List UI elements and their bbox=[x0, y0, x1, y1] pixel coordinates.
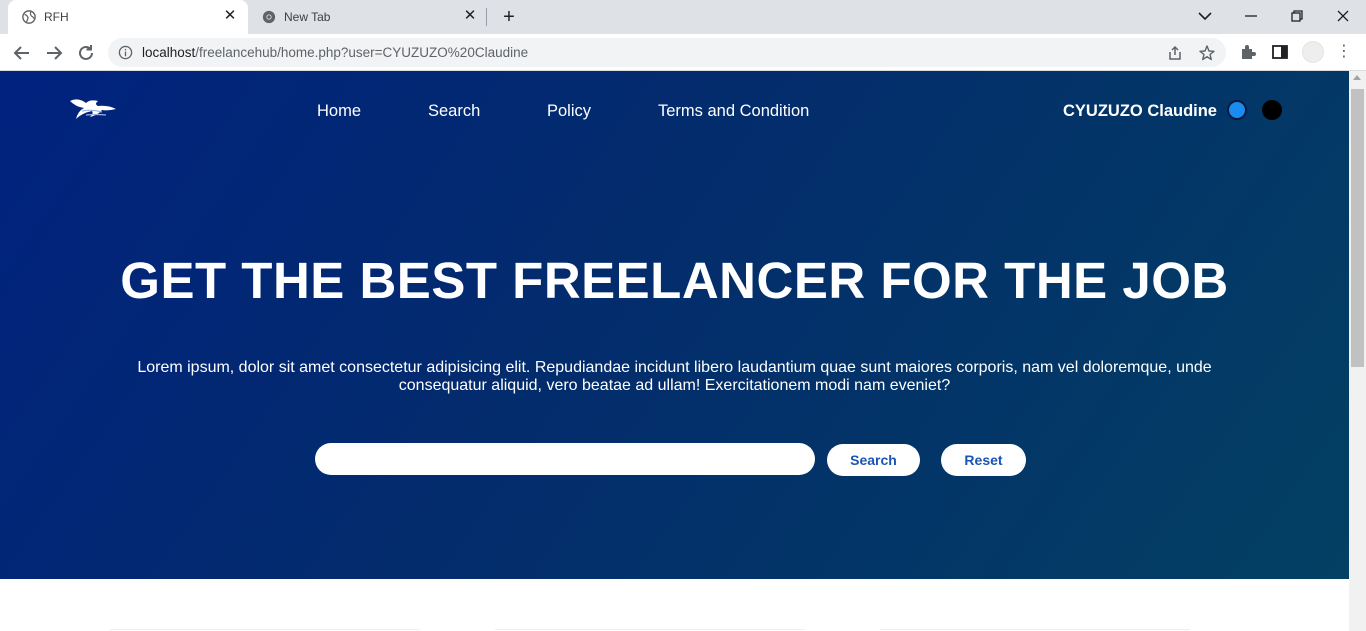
extensions-puzzle-icon[interactable] bbox=[1238, 42, 1258, 62]
scroll-up-arrow-icon[interactable] bbox=[1353, 75, 1361, 80]
nav-terms-and-condition[interactable]: Terms and Condition bbox=[658, 102, 809, 121]
browser-toolbar: localhost/freelancehub/home.php?user=CYU… bbox=[0, 34, 1366, 71]
profile-avatar[interactable] bbox=[1302, 41, 1324, 63]
card-top-edge bbox=[495, 629, 805, 630]
close-tab-icon[interactable]: ✕ bbox=[462, 8, 478, 24]
page-scrollbar[interactable] bbox=[1349, 71, 1366, 631]
browser-tab-strip: RFH ✕ New Tab ✕ + bbox=[0, 0, 1366, 34]
reload-icon[interactable] bbox=[74, 41, 98, 65]
scrollbar-thumb[interactable] bbox=[1351, 89, 1364, 367]
user-name[interactable]: CYUZUZO Claudine bbox=[1063, 102, 1217, 121]
new-tab-icon[interactable]: + bbox=[498, 6, 520, 28]
hero-section: Home Search Policy Terms and Condition C… bbox=[0, 71, 1349, 579]
chrome-icon bbox=[262, 10, 276, 24]
globe-icon bbox=[22, 10, 36, 24]
site-logo-bird-icon[interactable] bbox=[68, 95, 118, 123]
close-tab-icon[interactable]: ✕ bbox=[222, 8, 238, 24]
url-text: localhost/freelancehub/home.php?user=CYU… bbox=[142, 45, 529, 60]
close-window-icon[interactable] bbox=[1331, 4, 1355, 28]
tab-separator bbox=[486, 8, 487, 26]
search-button[interactable]: Search bbox=[827, 444, 920, 476]
tab-search-chevron-icon[interactable] bbox=[1193, 4, 1217, 28]
nav-home[interactable]: Home bbox=[317, 102, 361, 121]
theme-toggle-dark[interactable] bbox=[1262, 100, 1282, 120]
tab-title: New Tab bbox=[284, 10, 331, 24]
forward-arrow-icon[interactable] bbox=[42, 41, 66, 65]
card-top-edge bbox=[880, 629, 1190, 630]
search-input[interactable] bbox=[315, 443, 815, 475]
theme-toggle-blue[interactable] bbox=[1227, 100, 1247, 120]
hero-headline: GET THE BEST FREELANCER FOR THE JOB bbox=[120, 252, 1229, 309]
page-viewport: Home Search Policy Terms and Condition C… bbox=[0, 71, 1349, 631]
nav-search[interactable]: Search bbox=[428, 102, 480, 121]
minimize-icon[interactable] bbox=[1239, 4, 1263, 28]
restore-icon[interactable] bbox=[1285, 4, 1309, 28]
side-panel-icon[interactable] bbox=[1270, 42, 1290, 62]
share-icon[interactable] bbox=[1166, 44, 1184, 62]
browser-menu-icon[interactable]: ⋮ bbox=[1336, 42, 1352, 62]
card-top-edge bbox=[110, 629, 420, 630]
back-arrow-icon[interactable] bbox=[10, 41, 34, 65]
site-info-icon[interactable] bbox=[118, 45, 133, 60]
address-bar[interactable]: localhost/freelancehub/home.php?user=CYU… bbox=[108, 38, 1226, 67]
tab-title: RFH bbox=[44, 10, 69, 24]
hero-description: Lorem ipsum, dolor sit amet consectetur … bbox=[137, 359, 1212, 394]
bookmark-star-icon[interactable] bbox=[1198, 44, 1216, 62]
tab-rfh[interactable]: RFH ✕ bbox=[8, 0, 248, 34]
tab-new-tab[interactable]: New Tab ✕ bbox=[248, 0, 488, 34]
reset-button[interactable]: Reset bbox=[941, 444, 1026, 476]
nav-policy[interactable]: Policy bbox=[547, 102, 591, 121]
